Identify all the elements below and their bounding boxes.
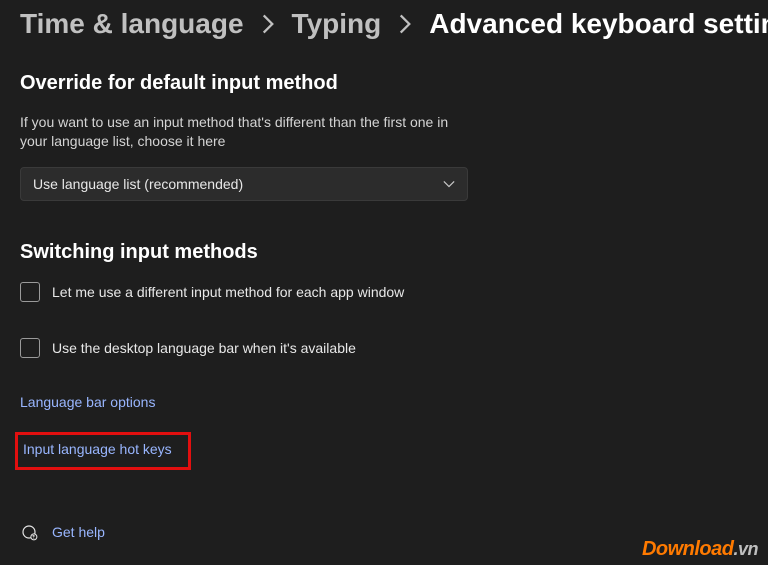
chevron-right-icon	[399, 14, 411, 34]
watermark: Download.vn	[642, 538, 758, 561]
watermark-part2: .vn	[733, 539, 758, 559]
help-icon	[20, 523, 38, 541]
get-help-label: Get help	[52, 524, 105, 540]
language-bar-options-row: Language bar options	[20, 394, 748, 412]
input-language-hot-keys-link[interactable]: Input language hot keys	[18, 441, 172, 457]
checkbox-per-app-window-label: Let me use a different input method for …	[52, 284, 404, 300]
breadcrumb-typing[interactable]: Typing	[292, 8, 382, 40]
checkbox-desktop-language-bar[interactable]: Use the desktop language bar when it's a…	[20, 338, 748, 358]
override-section: Override for default input method If you…	[20, 72, 748, 201]
checkbox-icon	[20, 338, 40, 358]
checkbox-desktop-language-bar-label: Use the desktop language bar when it's a…	[52, 340, 356, 356]
hotkeys-highlight-box: Input language hot keys	[15, 432, 191, 470]
dropdown-selected-value: Use language list (recommended)	[33, 176, 243, 192]
watermark-part1: Download	[642, 538, 734, 560]
checkbox-icon	[20, 282, 40, 302]
default-input-method-dropdown[interactable]: Use language list (recommended)	[20, 167, 468, 201]
breadcrumb: Time & language Typing Advanced keyboard…	[20, 8, 748, 40]
switching-heading: Switching input methods	[20, 241, 748, 264]
switching-section: Switching input methods Let me use a dif…	[20, 241, 748, 470]
breadcrumb-current: Advanced keyboard settings	[429, 8, 768, 40]
checkbox-per-app-window[interactable]: Let me use a different input method for …	[20, 282, 748, 302]
language-bar-options-link[interactable]: Language bar options	[20, 394, 155, 410]
override-description: If you want to use an input method that'…	[20, 113, 460, 151]
chevron-right-icon	[262, 14, 274, 34]
breadcrumb-time-language[interactable]: Time & language	[20, 8, 244, 40]
override-heading: Override for default input method	[20, 72, 748, 95]
chevron-down-icon	[443, 178, 455, 190]
get-help-link[interactable]: Get help	[20, 523, 105, 541]
